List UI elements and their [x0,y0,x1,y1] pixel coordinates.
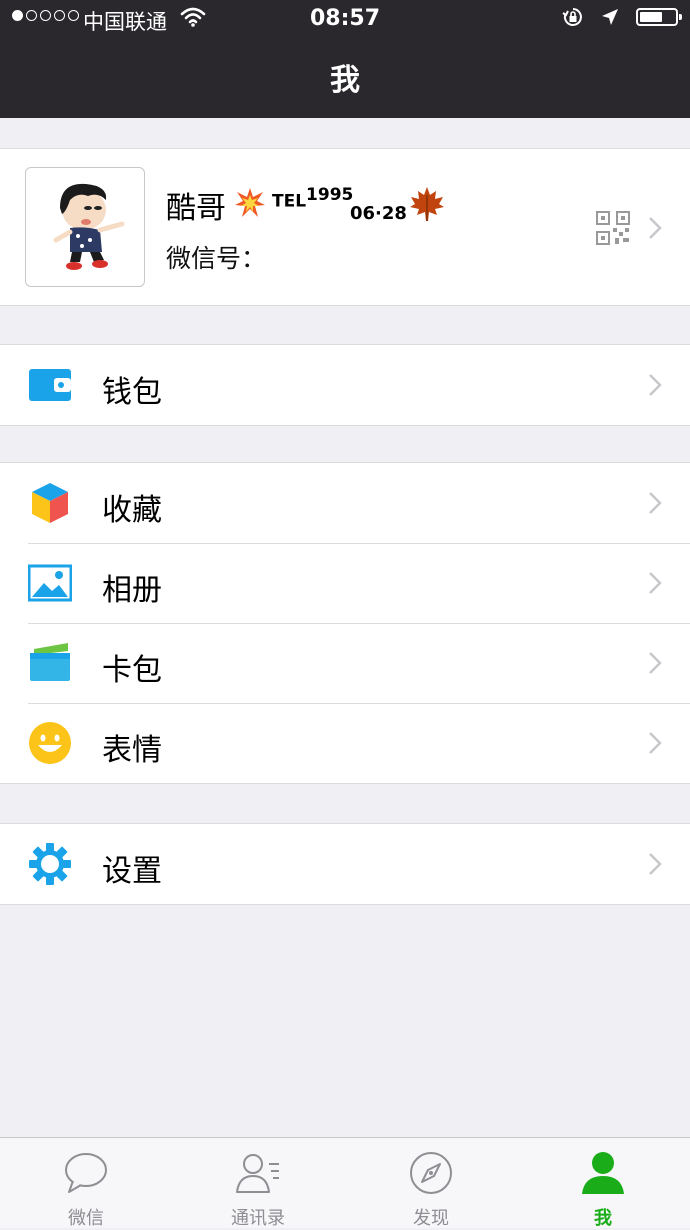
picture-icon [28,564,72,602]
location-arrow-icon [602,9,618,25]
tab-discover[interactable]: 发现 [345,1138,517,1229]
tab-me[interactable]: 我 [517,1138,689,1229]
menu-item-wallet[interactable]: 钱包 [0,345,690,425]
rotation-lock-icon [562,8,582,26]
chevron-right-icon [649,853,662,875]
profile-name: 酷哥 [166,191,226,226]
wallet-icon [29,369,71,401]
contacts-icon [236,1154,279,1193]
menu-item-stickers[interactable]: 表情 [0,703,690,783]
menu-label-card-pack: 卡包 [102,653,162,688]
tab-label-me: 我 [594,1208,612,1229]
tab-chats[interactable]: 微信 [0,1138,172,1229]
menu-label-stickers: 表情 [102,733,162,768]
status-right-group [562,6,682,28]
wallet-group: 钱包 [0,344,690,426]
tab-label-discover: 发现 [413,1208,449,1229]
menu-item-settings[interactable]: 设置 [0,824,690,904]
top-header: 中国联通 08:57 我 [0,0,690,118]
explosion-emoji-icon [235,188,265,217]
avatar-cartoon-image [53,183,125,270]
battery-icon [636,8,682,26]
wechat-id-label: 微信号： [166,244,267,273]
chevron-right-icon [649,732,662,754]
birthday-text: 06·28 [350,203,407,224]
chevron-right-icon [649,652,662,674]
maple-leaf-icon [410,187,444,221]
chevron-right-icon [649,492,662,514]
menu-label-wallet: 钱包 [102,375,162,410]
menu-label-favorites: 收藏 [102,493,162,528]
tab-label-chats: 微信 [68,1208,104,1229]
card-pack-icon [30,643,70,681]
avatar[interactable] [25,167,145,287]
chat-bubble-icon [65,1153,107,1193]
bottom-tab-bar: 微信 通讯录 发现 我 [0,1137,690,1229]
compass-icon [410,1152,452,1194]
tel-text: TEL1995 [272,185,353,212]
chevron-right-icon [649,217,662,239]
qr-code-icon[interactable] [596,211,630,245]
person-icon [582,1152,624,1194]
menu-label-album: 相册 [102,573,162,608]
menu-item-favorites[interactable]: 收藏 [0,463,690,543]
chevron-right-icon [649,572,662,594]
cube-icon [32,483,68,523]
profile-card[interactable]: 酷哥 TEL1995 06·28 微信号： [0,148,690,306]
tel-label: TEL [272,191,307,212]
menu-label-settings: 设置 [102,854,162,889]
tab-label-contacts: 通讯录 [231,1208,285,1229]
menu-item-album[interactable]: 相册 [0,543,690,623]
features-group: 收藏 相册 卡包 表情 [0,462,690,784]
tel-number: 1995 [306,185,354,205]
status-bar: 中国联通 08:57 [0,0,690,40]
tab-contacts[interactable]: 通讯录 [172,1138,344,1229]
chevron-right-icon [649,374,662,396]
menu-item-card-pack[interactable]: 卡包 [0,623,690,703]
page-title: 我 [330,63,360,98]
settings-group: 设置 [0,823,690,905]
smiley-icon [29,722,71,764]
gear-icon [29,843,71,885]
